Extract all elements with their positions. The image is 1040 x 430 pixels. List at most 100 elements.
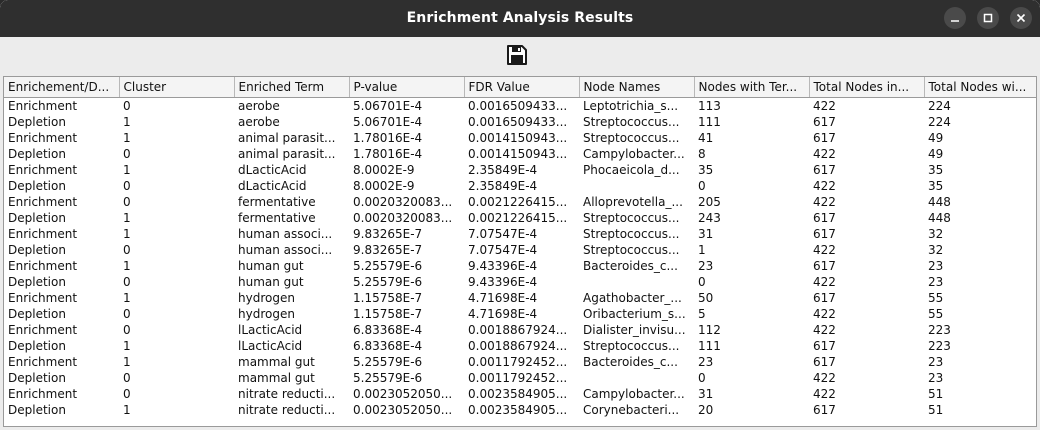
table-row[interactable]: Depletion 0 mammal gut 5.25579E-6 0.00117924…	[4, 370, 1036, 386]
table-cell: 49	[928, 131, 944, 145]
table-cell: 1.78016E-4	[353, 131, 423, 145]
table-cell: 55	[928, 307, 944, 321]
table-cell: 23	[928, 259, 944, 273]
table-cell: 8.0002E-9	[353, 179, 415, 193]
table-row[interactable]: Enrichment 1 hydrogen 1.15758E-7 4.71698E-4 A…	[4, 290, 1036, 306]
table-cell: 0	[123, 275, 131, 289]
table-cell: 223	[928, 323, 951, 337]
column-header[interactable]: FDR Value	[464, 77, 580, 98]
table-cell: 35	[928, 179, 944, 193]
table-cell: Streptococcus...	[583, 339, 680, 353]
table-cell: Depletion	[8, 371, 66, 385]
table-cell: 4.71698E-4	[468, 291, 538, 305]
maximize-icon	[977, 12, 999, 24]
table-cell: 0.0020320083...	[353, 195, 453, 209]
table-cell: Dialister_invisu...	[583, 323, 686, 337]
table-cell: Enrichment	[8, 99, 78, 113]
results-table[interactable]: Enrichement/D... Cluster Enriched Term P-va…	[3, 76, 1037, 427]
table-cell: 617	[813, 339, 836, 353]
table-cell: 23	[928, 355, 944, 369]
table-cell: 20	[698, 403, 714, 417]
table-cell: 4.71698E-4	[468, 307, 538, 321]
table-row[interactable]: Depletion 1 fermentative 0.0020320083... 0.0…	[4, 210, 1036, 226]
column-header[interactable]: Enriched Term	[234, 77, 350, 98]
table-row[interactable]: Depletion 1 aerobe 5.06701E-4 0.0016509433..…	[4, 114, 1036, 130]
column-header[interactable]: Cluster	[119, 77, 235, 98]
table-cell: animal parasit...	[238, 147, 336, 161]
table-cell: 422	[813, 195, 836, 209]
table-cell: Enrichment	[8, 323, 78, 337]
table-cell: 111	[698, 339, 721, 353]
table-cell: Bacteroides_c...	[583, 355, 678, 369]
table-cell: 243	[698, 211, 721, 225]
table-cell: 1	[123, 163, 131, 177]
table-cell: 5.25579E-6	[353, 371, 423, 385]
table-cell: 23	[928, 371, 944, 385]
table-cell: hydrogen	[238, 307, 295, 321]
table-row[interactable]: Enrichment 1 animal parasit... 1.78016E-4 0.…	[4, 130, 1036, 146]
table-cell: lLacticAcid	[238, 323, 303, 337]
table-row[interactable]: Enrichment 0 lLacticAcid 6.83368E-4 0.001886…	[4, 322, 1036, 338]
table-row[interactable]: Enrichment 1 dLacticAcid 8.0002E-9 2.35849E-…	[4, 162, 1036, 178]
table-cell: Enrichment	[8, 259, 78, 273]
table-row[interactable]: Depletion 1 nitrate reducti... 0.0023052050…	[4, 402, 1036, 418]
table-cell: 1	[123, 115, 131, 129]
column-header[interactable]: Total Nodes in...	[809, 77, 925, 98]
table-row[interactable]: Enrichment 1 human gut 5.25579E-6 9.43396E-4…	[4, 258, 1036, 274]
table-cell: nitrate reducti...	[238, 387, 336, 401]
table-cell: 8	[698, 147, 706, 161]
table-cell: aerobe	[238, 115, 280, 129]
table-cell: Campylobacter...	[583, 147, 685, 161]
table-cell: Leptotrichia_s...	[583, 99, 679, 113]
table-cell: 32	[928, 243, 944, 257]
table-cell: fermentative	[238, 211, 316, 225]
table-cell: 0.0018867924...	[468, 339, 568, 353]
table-cell: 617	[813, 131, 836, 145]
table-cell: 617	[813, 259, 836, 273]
table-cell: 0	[123, 179, 131, 193]
table-cell: 422	[813, 387, 836, 401]
table-cell	[579, 370, 694, 386]
table-cell: 111	[698, 115, 721, 129]
column-header[interactable]: Total Nodes wi...	[924, 77, 1036, 98]
table-row[interactable]: Depletion 0 dLacticAcid 8.0002E-9 2.35849E-4…	[4, 178, 1036, 194]
table-cell: Streptococcus...	[583, 115, 680, 129]
table-cell: 35	[698, 163, 714, 177]
minimize-button[interactable]	[944, 7, 966, 29]
close-button[interactable]	[1010, 7, 1032, 29]
table-row[interactable]: Depletion 0 human associ... 9.83265E-7 7.075…	[4, 242, 1036, 258]
column-header[interactable]: Nodes with Ter...	[694, 77, 810, 98]
table-cell: 113	[698, 99, 721, 113]
table-cell: human associ...	[238, 243, 333, 257]
title-bar[interactable]: Enrichment Analysis Results	[0, 0, 1040, 37]
table-cell: 31	[698, 227, 714, 241]
table-row[interactable]: Enrichment 0 nitrate reducti... 0.002305205…	[4, 386, 1036, 402]
save-button[interactable]	[505, 43, 529, 67]
table-cell: Depletion	[8, 243, 66, 257]
column-header[interactable]: Node Names	[579, 77, 695, 98]
table-cell: 205	[698, 195, 721, 209]
table-cell: 5.25579E-6	[353, 275, 423, 289]
table-row[interactable]: Enrichment 1 mammal gut 5.25579E-6 0.0011792…	[4, 354, 1036, 370]
table-row[interactable]: Enrichment 0 aerobe 5.06701E-4 0.0016509433.…	[4, 98, 1036, 115]
table-cell: 23	[698, 355, 714, 369]
table-cell: 6.83368E-4	[353, 339, 423, 353]
table-cell: Enrichment	[8, 163, 78, 177]
table-cell: 223	[928, 339, 951, 353]
table-cell: 5.25579E-6	[353, 259, 423, 273]
column-header[interactable]: Enrichement/D...	[4, 77, 120, 98]
table-row[interactable]: Depletion 0 hydrogen 1.15758E-7 4.71698E-4 Or…	[4, 306, 1036, 322]
table-cell: mammal gut	[238, 371, 315, 385]
maximize-button[interactable]	[977, 7, 999, 29]
table-cell: lLacticAcid	[238, 339, 303, 353]
table-row[interactable]: Depletion 0 human gut 5.25579E-6 9.43396E-4 0…	[4, 274, 1036, 290]
table-cell: 1	[123, 339, 131, 353]
column-header[interactable]: P-value	[349, 77, 465, 98]
table-row[interactable]: Depletion 0 animal parasit... 1.78016E-4 0.0…	[4, 146, 1036, 162]
table-row[interactable]: Enrichment 1 human associ... 9.83265E-7 7.07…	[4, 226, 1036, 242]
table-cell: 32	[928, 227, 944, 241]
table-row[interactable]: Depletion 1 lLacticAcid 6.83368E-4 0.0018867…	[4, 338, 1036, 354]
table-cell: 617	[813, 211, 836, 225]
table-row[interactable]: Enrichment 0 fermentative 0.0020320083... 0.…	[4, 194, 1036, 210]
table-cell: 0	[123, 243, 131, 257]
